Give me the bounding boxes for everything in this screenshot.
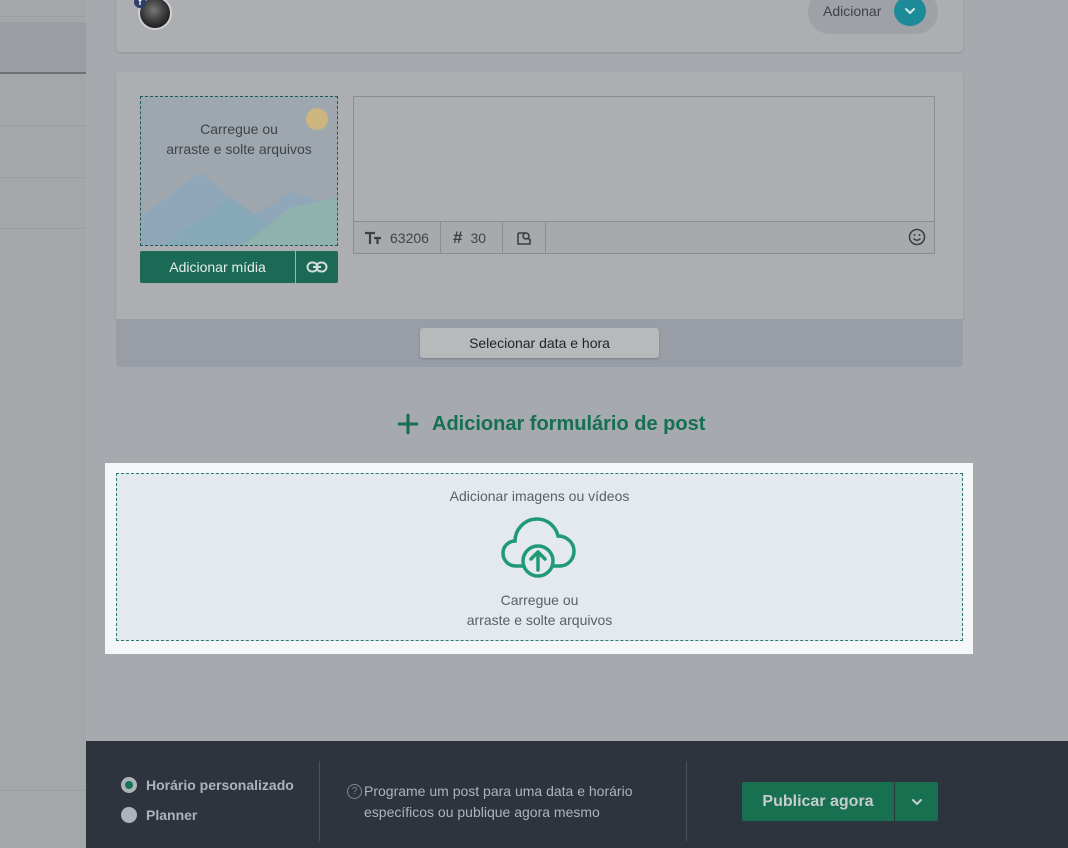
cloud-upload-icon xyxy=(501,517,576,578)
char-count: 63206 xyxy=(390,229,429,246)
hashtag-icon: # xyxy=(453,227,463,247)
publish-options-dropdown[interactable] xyxy=(895,782,938,821)
media-dropzone-hint: Carregue ou arraste e solte arquivos xyxy=(117,590,962,630)
image-search-button[interactable] xyxy=(503,222,546,253)
char-counter: 63206 xyxy=(354,222,441,253)
add-post-form-button[interactable]: Adicionar formulário de post xyxy=(396,408,705,440)
dropzone-small-hint-line2: arraste e solte arquivos xyxy=(166,141,312,157)
sidebar-bottom xyxy=(0,741,86,848)
add-post-form-label: Adicionar formulário de post xyxy=(432,412,706,435)
add-media-button[interactable]: Adicionar mídia xyxy=(140,251,295,283)
chevron-down-icon xyxy=(905,8,915,14)
sidebar-item[interactable] xyxy=(0,178,86,229)
plus-icon xyxy=(398,414,418,434)
hashtag-counter[interactable]: # 30 xyxy=(441,222,503,253)
add-profile-label: Adicionar xyxy=(823,3,882,19)
publish-now-button[interactable]: Publicar agora xyxy=(742,782,894,821)
sidebar-item[interactable] xyxy=(0,74,86,126)
select-date-button[interactable]: Selecionar data e hora xyxy=(420,328,659,358)
radio-custom-time-label[interactable]: Horário personalizado xyxy=(146,777,294,793)
footer-help-text: Programe um post para uma data e horário… xyxy=(364,781,664,823)
footer-divider xyxy=(319,761,320,841)
radio-planner-label[interactable]: Planner xyxy=(146,807,197,823)
text-size-icon xyxy=(365,231,381,244)
emoji-icon xyxy=(908,228,926,246)
sidebar-item[interactable] xyxy=(0,0,86,17)
sidebar-divider xyxy=(0,790,86,791)
media-dropzone-hint-line1: Carregue ou xyxy=(500,592,579,608)
media-dropzone-title: Adicionar imagens ou vídeos xyxy=(449,488,630,504)
media-dropzone-hint-line2: arraste e solte arquivos xyxy=(466,612,613,628)
post-text-input[interactable] xyxy=(353,96,935,222)
hashtag-count: 30 xyxy=(470,229,487,246)
emoji-button[interactable] xyxy=(908,228,926,251)
add-link-button[interactable] xyxy=(296,251,338,283)
post-text-toolbar: 63206 # 30 xyxy=(353,221,935,254)
radio-custom-time[interactable] xyxy=(121,777,137,793)
sidebar-item-active[interactable] xyxy=(0,22,86,74)
image-search-icon xyxy=(517,231,532,245)
footer-help-line1: Programe um post para uma data e horário xyxy=(364,783,633,799)
sun-illustration xyxy=(306,108,328,130)
link-icon xyxy=(306,261,328,273)
footer-divider xyxy=(686,761,687,841)
sidebar xyxy=(0,0,86,848)
radio-planner[interactable] xyxy=(121,807,137,823)
footer-help-line2: específicos ou publique agora mesmo xyxy=(364,804,600,820)
sidebar-item[interactable] xyxy=(0,126,86,178)
help-icon[interactable]: ? xyxy=(347,784,362,799)
chevron-down-icon xyxy=(911,798,922,805)
